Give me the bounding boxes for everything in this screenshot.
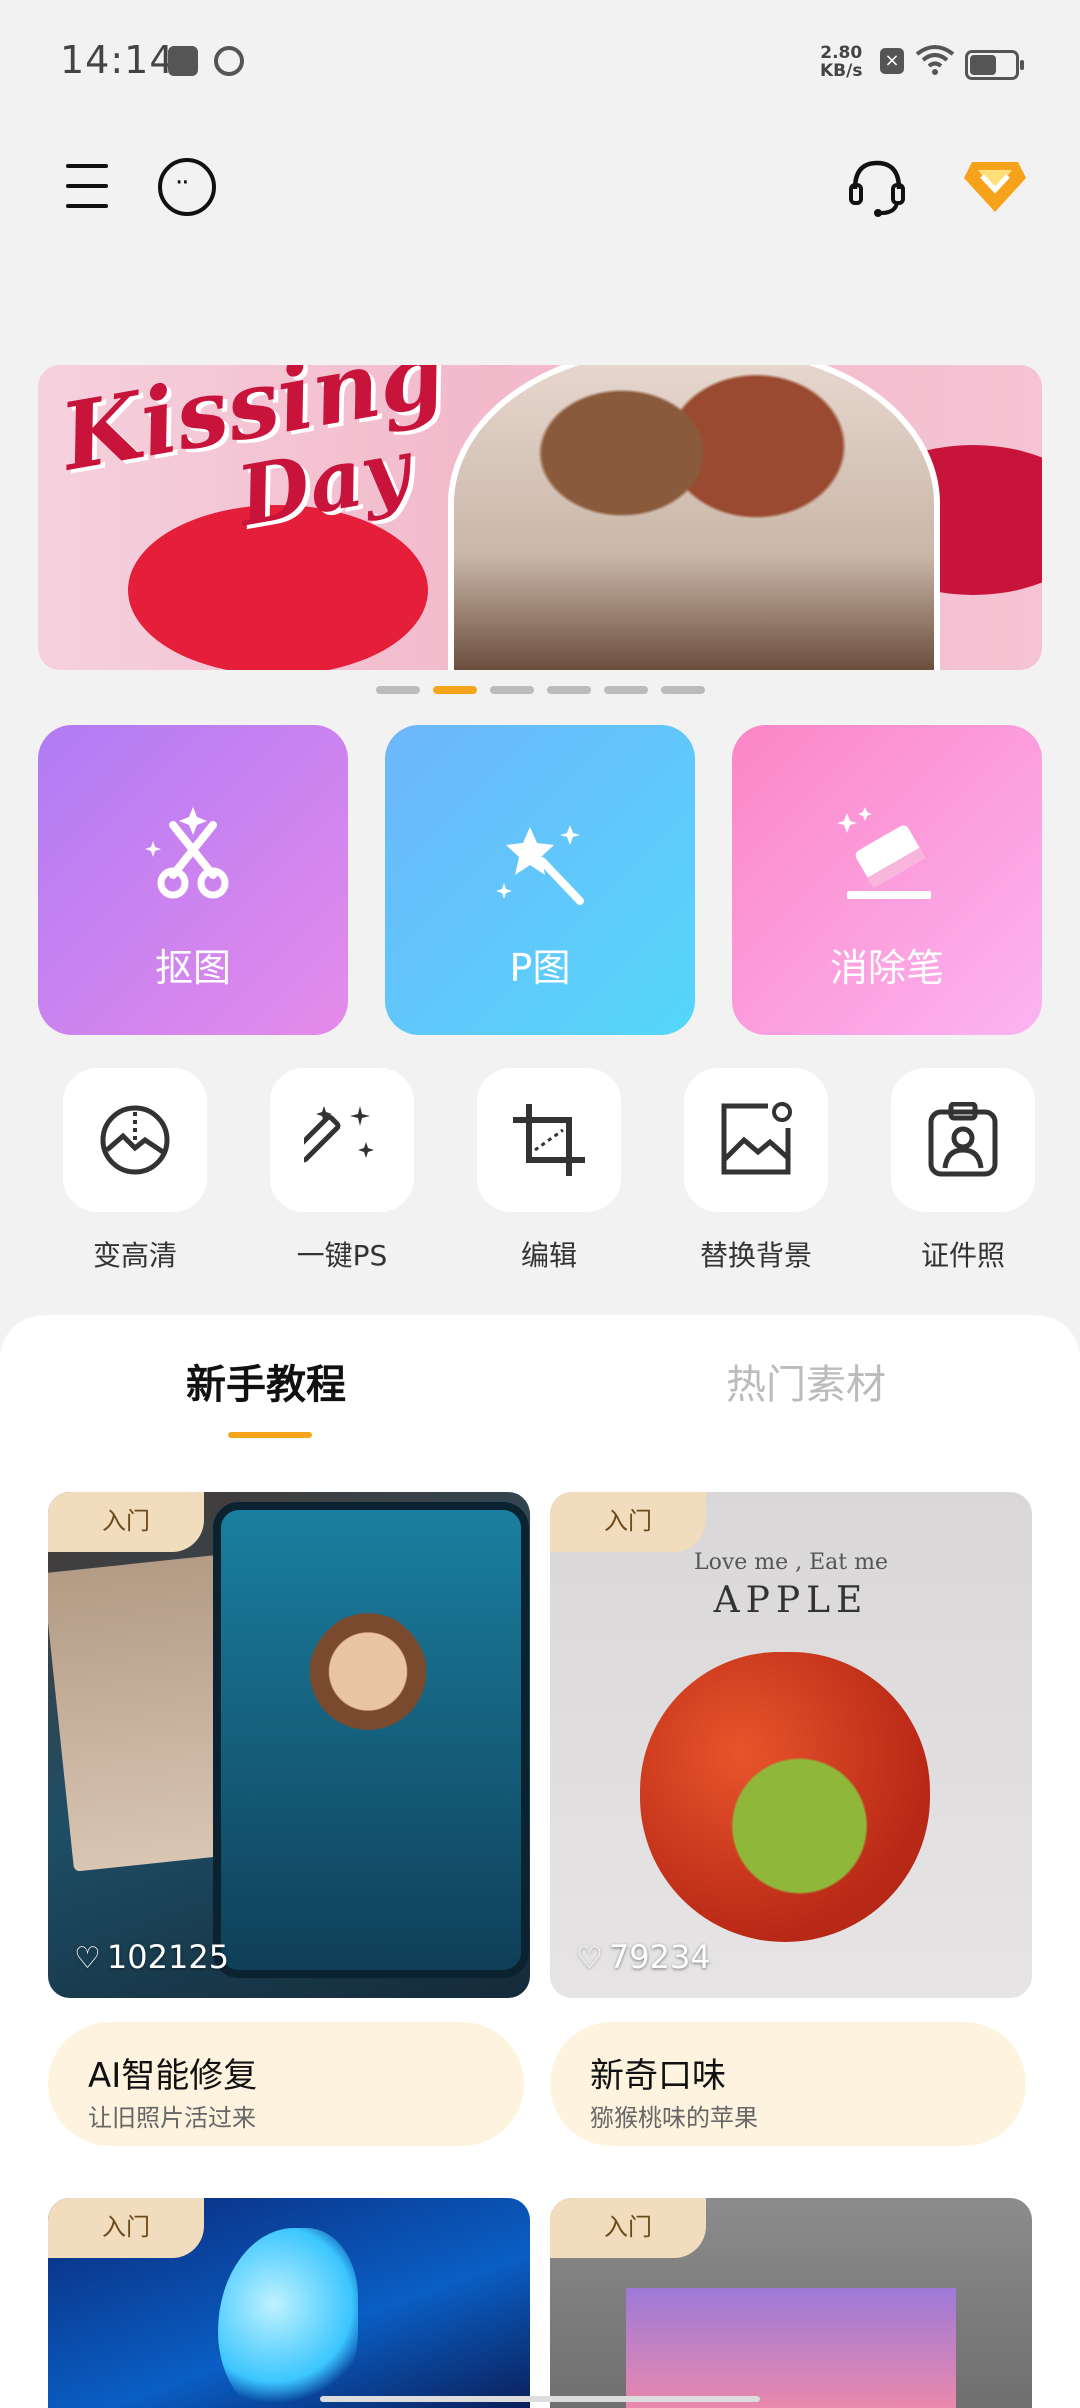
home-indicator[interactable] — [320, 2396, 760, 2402]
pagination-dot — [433, 686, 477, 694]
tab-beginner-tutorials[interactable]: 新手教程 — [186, 1352, 346, 1410]
card-likes-count: 102125 — [106, 1938, 230, 1976]
tool-id-photo-label: 证件照 — [920, 1239, 1005, 1272]
heart-icon[interactable]: ♡ — [74, 1941, 101, 1976]
card-overlay-line1: Love me , Eat me — [693, 1550, 889, 1575]
card-butterfly[interactable]: 入门 — [48, 2198, 530, 2408]
app-notification-icon — [214, 46, 244, 76]
card-likes: ♡ 102125 — [74, 1938, 229, 1976]
id-photo-icon — [928, 1102, 998, 1177]
customer-service-icon[interactable] — [845, 155, 909, 219]
banner-pagination — [0, 686, 1080, 696]
image-replace-icon — [721, 1102, 792, 1175]
network-speed-value: 2.80 — [820, 43, 863, 63]
scissors-icon — [145, 807, 229, 899]
tool-replace-background-tile — [684, 1068, 828, 1212]
banner-photo — [448, 365, 940, 670]
eraser-icon — [837, 807, 931, 899]
pagination-dot — [661, 686, 705, 694]
card-title: 新奇口味 — [590, 2056, 726, 2096]
tool-one-click-ps-label: 一键PS — [296, 1239, 388, 1272]
battery-level — [970, 55, 996, 75]
card-ai-restore[interactable]: 入门 ♡ 102125 — [48, 1492, 530, 1998]
card-ai-restore-caption[interactable]: AI智能修复 让旧照片活过来 — [48, 2022, 524, 2146]
tool-eraser-label: 消除笔 — [829, 946, 944, 990]
magic-wand-icon — [496, 825, 584, 905]
tool-ptu[interactable]: P图 — [385, 725, 695, 1035]
chat-bubble-icon — [158, 158, 216, 216]
sim-off-icon: × — [880, 48, 904, 74]
tool-hd-enhance-label: 变高清 — [92, 1239, 177, 1272]
network-speed: 2.80 KB/s — [820, 44, 862, 80]
tool-koutu-label: 抠图 — [154, 946, 231, 990]
feedback-button[interactable] — [158, 158, 228, 228]
card-overlay-line2: APPLE — [713, 1580, 869, 1621]
pagination-dot — [547, 686, 591, 694]
status-bar: 14:14 2.80 KB/s × — [0, 0, 1080, 130]
card-badge: 入门 — [48, 1492, 204, 1552]
tool-edit[interactable]: 编辑 — [477, 1068, 621, 1274]
pagination-dot — [604, 686, 648, 694]
card-title: AI智能修复 — [88, 2056, 258, 2096]
notification-icon — [168, 46, 198, 76]
tool-one-click-ps[interactable]: 一键PS — [270, 1068, 414, 1274]
tab-hot-materials[interactable]: 热门素材 — [726, 1352, 886, 1410]
tool-id-photo[interactable]: 证件照 — [891, 1068, 1035, 1274]
tool-replace-background[interactable]: 替换背景 — [684, 1068, 828, 1274]
wand-sparkle-icon — [304, 1106, 374, 1163]
card-novel-flavor-caption[interactable]: 新奇口味 猕猴桃味的苹果 — [550, 2022, 1026, 2146]
tool-replace-background-label: 替换背景 — [699, 1239, 812, 1272]
tool-hd-enhance-tile — [63, 1068, 207, 1212]
crop-icon — [513, 1104, 585, 1176]
tool-id-photo-tile — [891, 1068, 1035, 1212]
butterfly-image — [218, 2228, 358, 2408]
hd-enhance-icon — [100, 1105, 170, 1175]
apple-image — [640, 1652, 930, 1942]
vip-diamond-icon[interactable] — [962, 158, 1028, 214]
card-restored-portrait — [303, 1612, 433, 1782]
card-likes-count: 79234 — [608, 1938, 711, 1976]
pagination-dot — [376, 686, 420, 694]
card-badge: 入门 — [550, 1492, 706, 1552]
status-time: 14:14 — [60, 38, 175, 82]
tool-one-click-ps-tile — [270, 1068, 414, 1212]
tool-ptu-label: P图 — [509, 946, 571, 990]
pagination-dot — [490, 686, 534, 694]
network-speed-unit: KB/s — [820, 61, 863, 81]
tool-edit-label: 编辑 — [520, 1239, 577, 1272]
tab-active-indicator — [228, 1432, 312, 1438]
card-badge: 入门 — [48, 2198, 204, 2258]
tool-eraser[interactable]: 消除笔 — [732, 725, 1042, 1035]
tool-edit-tile — [477, 1068, 621, 1212]
card-novel-flavor[interactable]: Love me , Eat me APPLE 入门 ♡ 79234 — [550, 1492, 1032, 1998]
card-subtitle: 猕猴桃味的苹果 — [590, 2104, 758, 2132]
card-subtitle: 让旧照片活过来 — [88, 2104, 256, 2132]
sunset-image — [626, 2288, 956, 2408]
card-palm-sunset[interactable]: 入门 — [550, 2198, 1032, 2408]
card-badge: 入门 — [550, 2198, 706, 2258]
wifi-icon — [915, 45, 955, 75]
menu-button[interactable] — [60, 158, 130, 228]
tool-koutu[interactable]: 抠图 — [38, 725, 348, 1035]
promo-banner[interactable]: Kissing Day — [38, 365, 1042, 670]
heart-icon[interactable]: ♡ — [576, 1941, 603, 1976]
battery-icon — [965, 50, 1024, 80]
card-likes: ♡ 79234 — [576, 1938, 711, 1976]
tool-hd-enhance[interactable]: 变高清 — [63, 1068, 207, 1274]
